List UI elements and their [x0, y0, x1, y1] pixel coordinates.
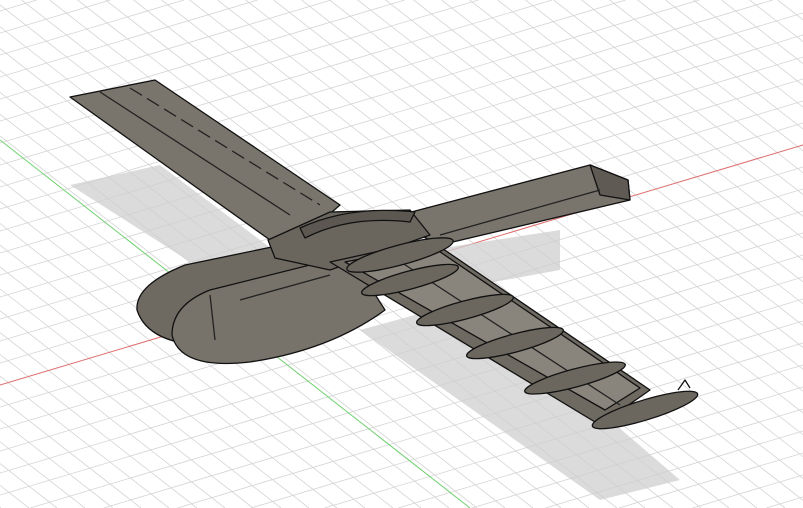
grid-line	[0, 0, 553, 166]
grid-line	[0, 397, 142, 508]
grid-line	[0, 0, 111, 34]
3d-viewport[interactable]	[0, 0, 803, 508]
grid-line	[0, 0, 258, 78]
grid-line	[0, 0, 405, 122]
grid-line	[0, 419, 114, 508]
grid-line	[0, 332, 226, 508]
grid-line	[581, 0, 803, 174]
grid-line	[441, 0, 803, 283]
grid-line	[692, 474, 803, 508]
grid-line	[693, 0, 803, 86]
aircraft-model[interactable]	[69, 79, 701, 436]
grid-line	[0, 463, 58, 508]
grid-line	[0, 0, 479, 144]
grid-line	[0, 0, 185, 56]
grid-line	[0, 485, 30, 508]
grid-line	[665, 0, 803, 108]
viewport-canvas[interactable]	[0, 0, 803, 508]
grid-line	[749, 0, 803, 42]
grid-line	[766, 496, 803, 508]
grid-line	[0, 375, 170, 508]
